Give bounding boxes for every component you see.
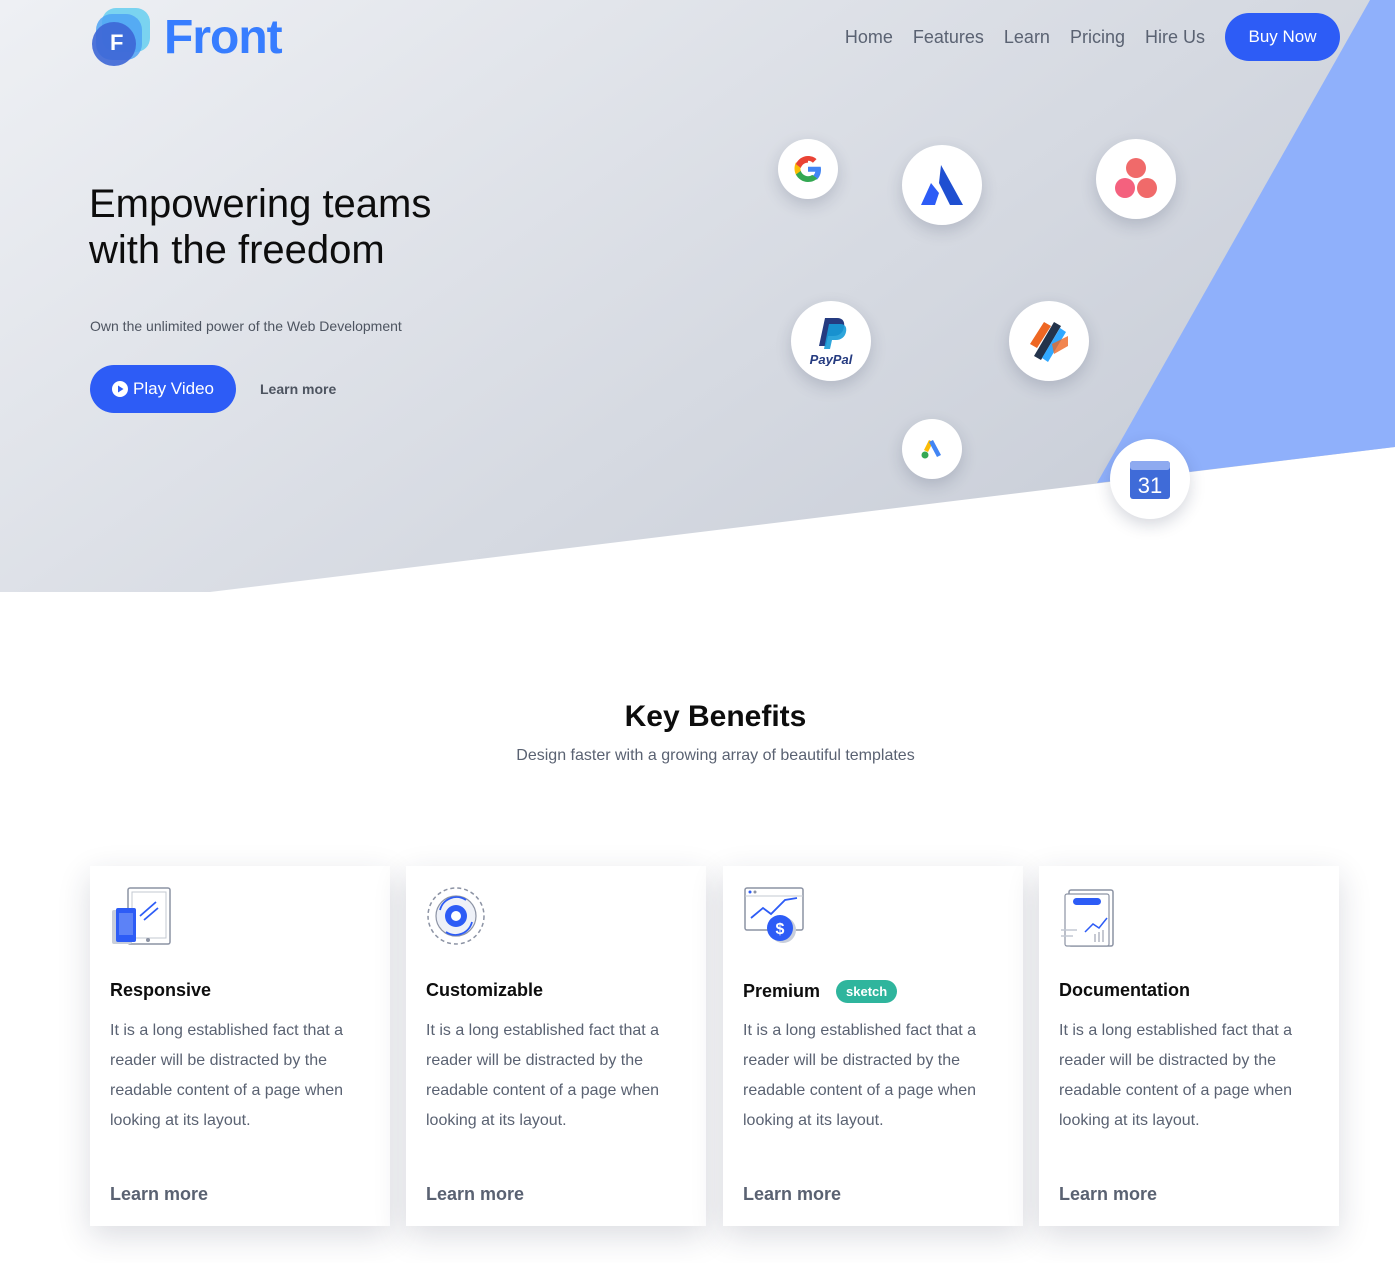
card-title: Premium	[743, 981, 821, 1001]
card-title: Documentation	[1059, 980, 1191, 1000]
google-logo-bubble	[778, 139, 838, 199]
card-text: It is a long established fact that a rea…	[1059, 1022, 1293, 1129]
atlassian-logo-bubble	[902, 145, 982, 225]
hero-learn-more-link[interactable]: Learn more	[260, 381, 336, 397]
buy-now-button[interactable]: Buy Now	[1225, 13, 1340, 61]
main-nav: Home Features Learn Pricing Hire Us Buy …	[845, 13, 1340, 61]
play-video-button[interactable]: Play Video	[90, 365, 236, 413]
atlassian-icon	[921, 165, 963, 205]
responsive-devices-icon	[112, 887, 171, 945]
benefit-card-documentation: Documentation It is a long established f…	[1039, 866, 1339, 1226]
nav-learn[interactable]: Learn	[1004, 13, 1050, 61]
card-learn-more-link[interactable]: Learn more	[1059, 1184, 1157, 1205]
paypal-logo-bubble: PayPal	[791, 301, 871, 381]
play-circle-icon	[112, 381, 129, 397]
paypal-wordmark: PayPal	[810, 352, 853, 366]
benefits-title: Key Benefits	[624, 700, 807, 733]
nav-pricing[interactable]: Pricing	[1070, 13, 1125, 61]
card-text: It is a long established fact that a rea…	[426, 1022, 660, 1129]
card-text: It is a long established fact that a rea…	[110, 1022, 344, 1129]
brand-name: Front	[164, 10, 283, 64]
google-icon	[794, 156, 821, 182]
benefit-card-customizable: Customizable It is a long established fa…	[406, 866, 706, 1226]
card-learn-more-link[interactable]: Learn more	[426, 1184, 524, 1205]
zeplin-logo-bubble	[1009, 301, 1089, 381]
asana-icon	[1115, 158, 1157, 198]
asana-logo-bubble	[1096, 139, 1176, 219]
card-text: It is a long established fact that a rea…	[743, 1022, 977, 1129]
card-title: Responsive	[110, 980, 212, 1000]
nav-hire-us[interactable]: Hire Us	[1145, 13, 1205, 61]
hero-section: F Front Home Features Learn Pricing Hire…	[0, 0, 1395, 600]
premium-chart-dollar-icon: $	[744, 887, 804, 943]
card-learn-more-link[interactable]: Learn more	[743, 1184, 841, 1205]
card-learn-more-link[interactable]: Learn more	[110, 1184, 208, 1205]
benefit-card-responsive: Responsive It is a long established fact…	[90, 866, 390, 1226]
hero-background	[0, 0, 1395, 592]
logo-letter: F	[110, 30, 123, 55]
play-video-label: Play Video	[133, 379, 214, 398]
nav-home[interactable]: Home	[845, 13, 893, 61]
nav-features[interactable]: Features	[913, 13, 984, 61]
paypal-icon: PayPal	[810, 318, 853, 366]
front-logo-icon: F	[90, 6, 152, 68]
gear-icon	[427, 887, 485, 945]
benefits-subtitle: Design faster with a growing array of be…	[516, 747, 915, 764]
hero-subtitle: Own the unlimited power of the Web Devel…	[90, 318, 402, 334]
zeplin-icon	[1030, 322, 1068, 362]
sketch-badge: sketch	[836, 980, 898, 1003]
calendar-day: 31	[1138, 473, 1162, 498]
calendar-icon: 31	[1130, 461, 1170, 499]
google-calendar-logo-bubble: 31	[1110, 439, 1190, 519]
google-ads-logo-bubble	[902, 419, 962, 479]
svg-text:$: $	[776, 921, 785, 938]
document-chart-icon	[1061, 889, 1114, 947]
card-title: Customizable	[426, 980, 544, 1000]
brand-logo[interactable]: F Front	[90, 6, 283, 68]
google-ads-icon	[921, 440, 941, 459]
benefit-card-premium: $ Premium sketch It is a long establishe…	[723, 866, 1023, 1226]
hero-title: Empowering teams with the freedom	[89, 182, 432, 272]
